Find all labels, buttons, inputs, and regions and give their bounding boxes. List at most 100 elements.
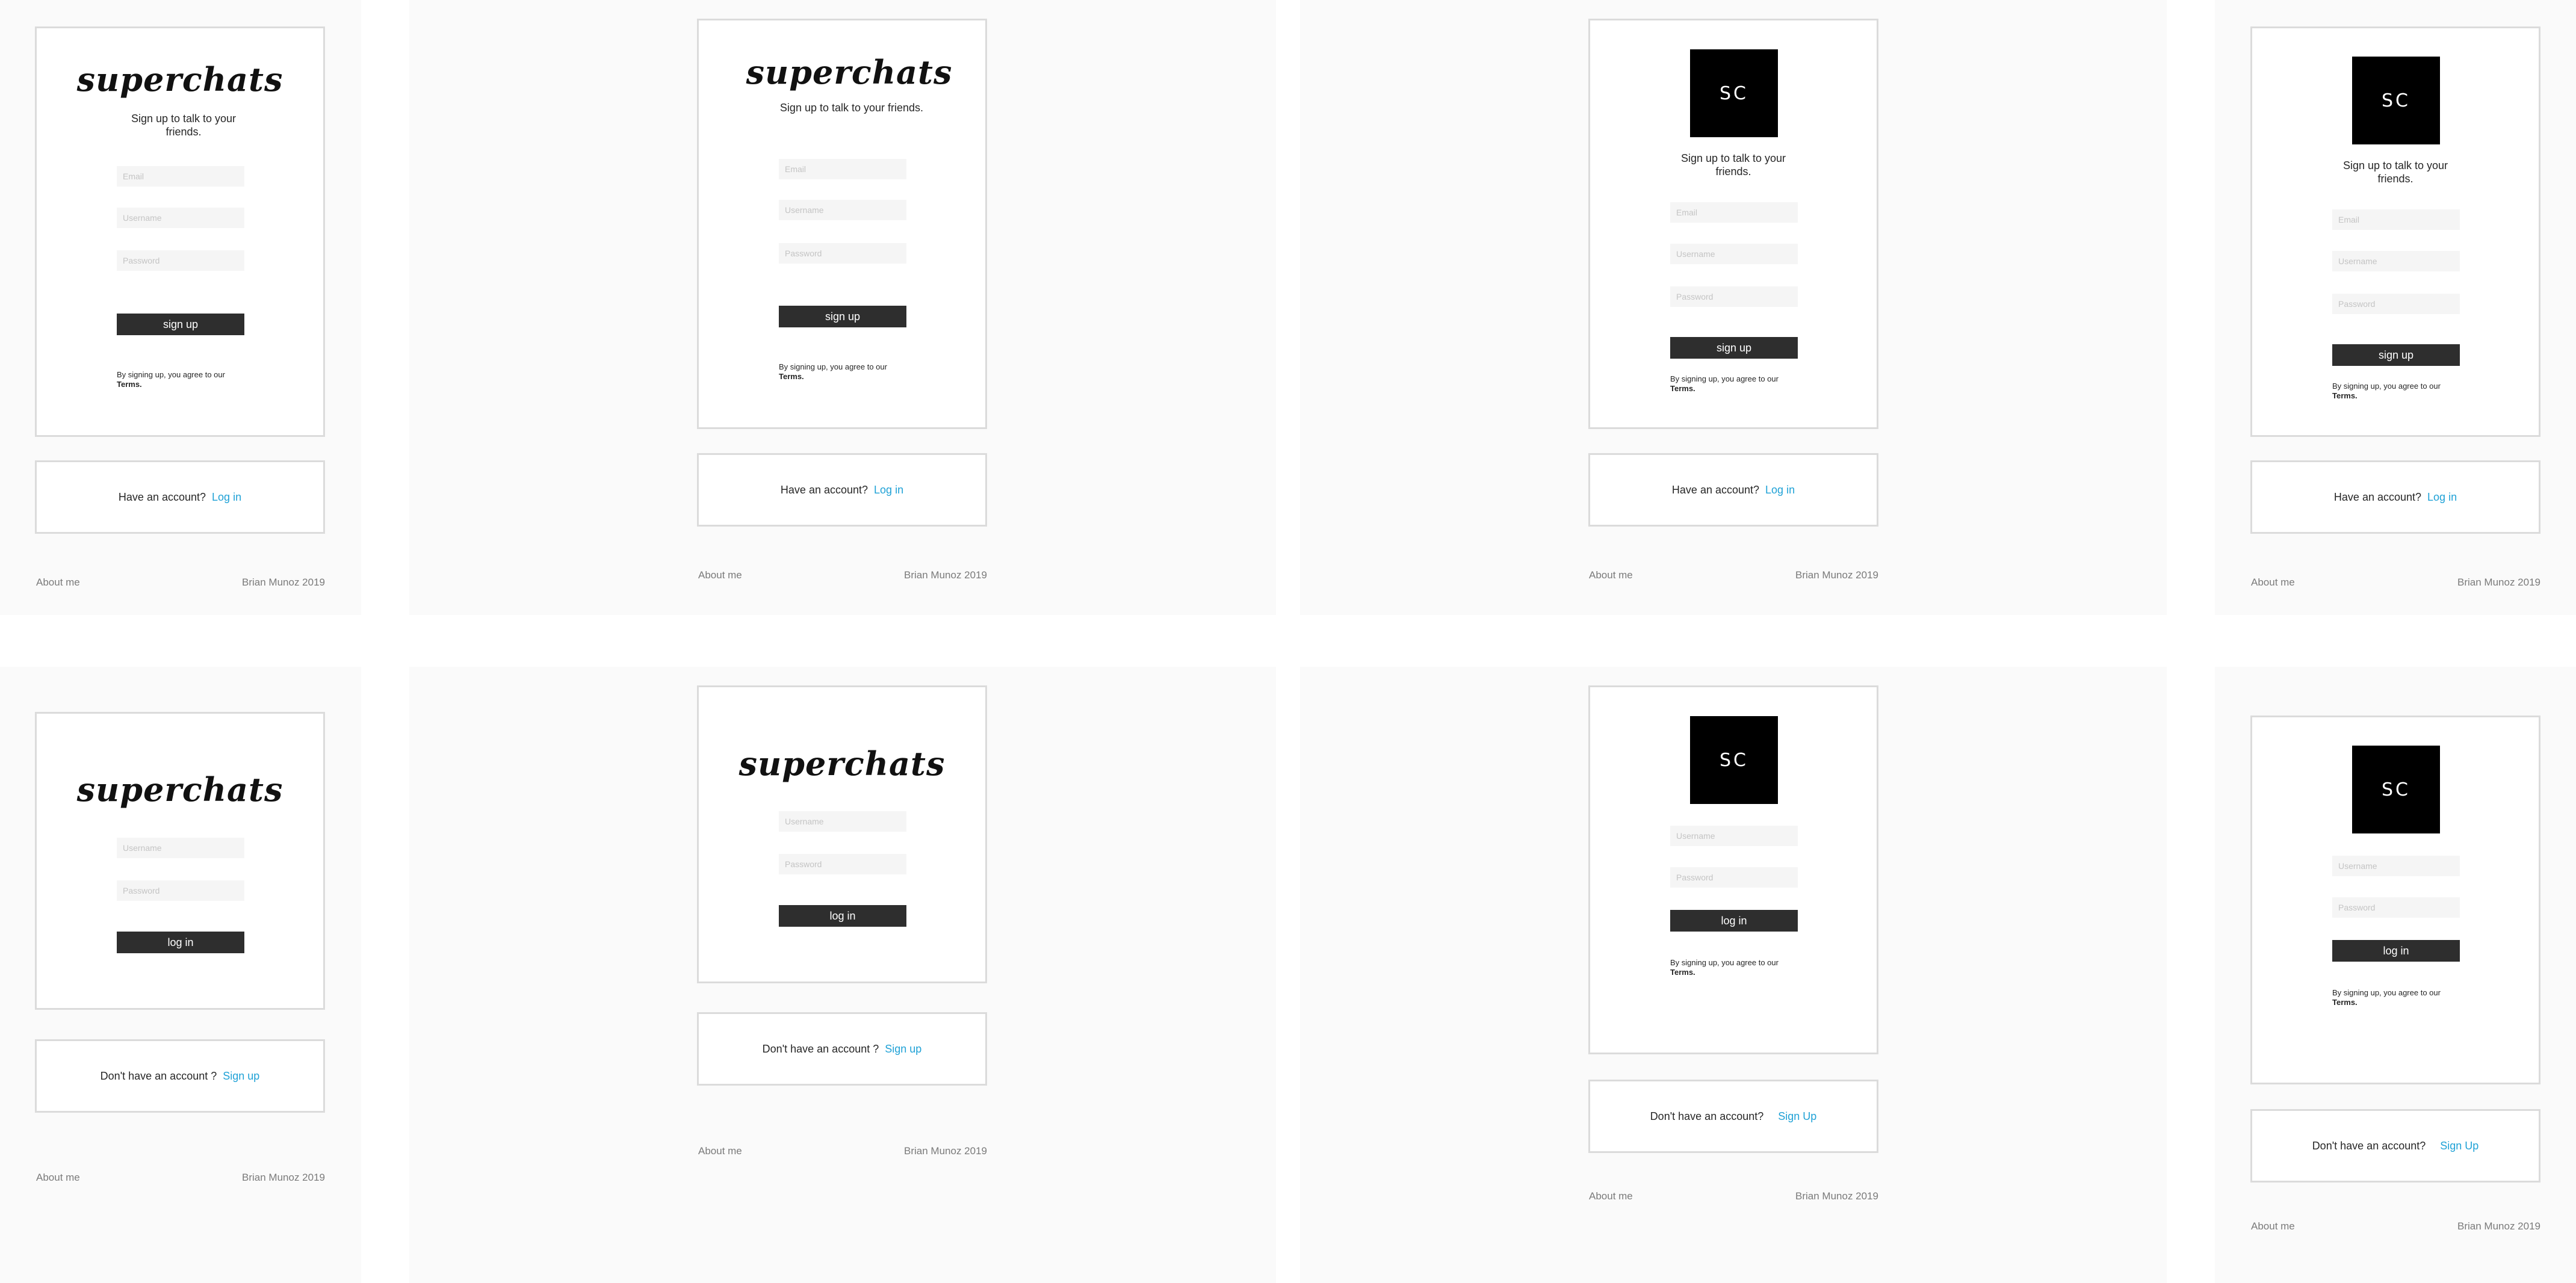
log-in-link[interactable]: Log in [212, 491, 241, 504]
signup-tagline: Sign up to talk to your friends. [1680, 152, 1786, 178]
about-me-link[interactable]: About me [2251, 577, 2295, 589]
about-me-link[interactable]: About me [36, 1172, 80, 1184]
footer-credit: Brian Munoz 2019 [242, 1172, 325, 1183]
superchats-logo: superchats [76, 60, 283, 99]
footer-credit: Brian Munoz 2019 [904, 569, 987, 581]
terms-notice: By signing up, you agree to our Terms. [117, 370, 249, 389]
terms-link[interactable]: Terms. [779, 372, 804, 381]
terms-text: By signing up, you agree to our [1670, 374, 1779, 383]
footer-credit: Brian Munoz 2019 [1795, 569, 1878, 581]
signup-prompt-text: Don't have an account ? [100, 1069, 217, 1082]
log-in-link[interactable]: Log in [2427, 491, 2457, 504]
username-field[interactable]: Username [117, 838, 244, 858]
terms-text: By signing up, you agree to our [2332, 988, 2441, 997]
signup-prompt-card: Don't have an account ? Sign up [697, 1012, 987, 1086]
footer-credit: Brian Munoz 2019 [242, 577, 325, 588]
email-field[interactable]: Email [779, 159, 906, 179]
terms-notice: By signing up, you agree to our Terms. [1670, 374, 1803, 394]
sign-up-button[interactable]: sign up [779, 306, 906, 327]
footer-credit: Brian Munoz 2019 [904, 1145, 987, 1157]
username-field[interactable]: Username [779, 811, 906, 832]
log-in-button[interactable]: log in [779, 905, 906, 927]
sign-up-link[interactable]: Sign Up [1778, 1110, 1816, 1123]
login-prompt-card: Have an account? Log in [697, 453, 987, 527]
log-in-button[interactable]: log in [2332, 940, 2460, 962]
signup-tagline: Sign up to talk to your friends. [779, 102, 924, 114]
sign-up-button[interactable]: sign up [1670, 337, 1798, 359]
signup-prompt-card: Don't have an account ? Sign up [35, 1039, 325, 1113]
footer-credit: Brian Munoz 2019 [1795, 1190, 1878, 1202]
signup-prompt-text: Don't have an account ? [762, 1042, 879, 1055]
email-field[interactable]: Email [1670, 202, 1798, 223]
terms-link[interactable]: Terms. [2332, 998, 2358, 1007]
login-prompt-text: Have an account? [1671, 483, 1760, 496]
username-field[interactable]: Username [779, 200, 906, 220]
signup-prompt-card: Don't have an account? Sign Up [1588, 1080, 1878, 1153]
username-field[interactable]: Username [2332, 856, 2460, 876]
terms-link[interactable]: Terms. [1670, 384, 1695, 393]
footer-credit: Brian Munoz 2019 [2457, 1220, 2540, 1232]
superchats-logo: superchats [76, 770, 283, 809]
email-field[interactable]: Email [2332, 209, 2460, 230]
login-prompt-card: Have an account? Log in [1588, 453, 1878, 527]
sc-logo: SC [1690, 716, 1778, 804]
terms-text: By signing up, you agree to our [117, 370, 225, 379]
terms-link[interactable]: Terms. [1670, 968, 1695, 977]
terms-notice: By signing up, you agree to our Terms. [1670, 958, 1803, 977]
terms-notice: By signing up, you agree to our Terms. [2332, 988, 2465, 1007]
login-prompt-card: Have an account? Log in [2250, 460, 2540, 534]
signup-prompt-text: Don't have an account? [2312, 1139, 2426, 1152]
login-prompt-text: Have an account? [118, 490, 206, 503]
sign-up-link[interactable]: Sign up [885, 1043, 921, 1056]
username-field[interactable]: Username [1670, 244, 1798, 264]
terms-notice: By signing up, you agree to our Terms. [2332, 382, 2465, 401]
password-field[interactable]: Password [2332, 294, 2460, 314]
login-prompt-text: Have an account? [2333, 490, 2422, 503]
password-field[interactable]: Password [2332, 897, 2460, 918]
log-in-link[interactable]: Log in [1765, 484, 1795, 496]
username-field[interactable]: Username [117, 208, 244, 228]
about-me-link[interactable]: About me [2251, 1220, 2295, 1232]
login-card [697, 685, 987, 983]
login-prompt-card: Have an account? Log in [35, 460, 325, 534]
log-in-button[interactable]: log in [1670, 910, 1798, 932]
terms-link[interactable]: Terms. [2332, 391, 2358, 400]
signup-tagline: Sign up to talk to your friends. [131, 113, 237, 138]
password-field[interactable]: Password [1670, 286, 1798, 307]
signup-prompt-card: Don't have an account? Sign Up [2250, 1109, 2540, 1183]
email-field[interactable]: Email [117, 166, 244, 187]
about-me-link[interactable]: About me [36, 577, 80, 589]
sign-up-button[interactable]: sign up [2332, 344, 2460, 366]
terms-text: By signing up, you agree to our [1670, 958, 1779, 967]
sign-up-link[interactable]: Sign up [223, 1070, 259, 1083]
about-me-link[interactable]: About me [1589, 1190, 1633, 1202]
password-field[interactable]: Password [779, 243, 906, 264]
about-me-link[interactable]: About me [698, 1145, 742, 1157]
log-in-link[interactable]: Log in [874, 484, 903, 496]
terms-text: By signing up, you agree to our [779, 362, 887, 371]
superchats-logo: superchats [746, 53, 953, 91]
login-prompt-text: Have an account? [780, 483, 868, 496]
about-me-link[interactable]: About me [1589, 569, 1633, 581]
terms-link[interactable]: Terms. [117, 380, 142, 389]
password-field[interactable]: Password [117, 880, 244, 901]
username-field[interactable]: Username [1670, 826, 1798, 846]
username-field[interactable]: Username [2332, 251, 2460, 271]
sc-logo: SC [2352, 746, 2440, 833]
superchats-logo: superchats [738, 744, 946, 783]
sign-up-button[interactable]: sign up [117, 314, 244, 335]
log-in-button[interactable]: log in [117, 932, 244, 953]
about-me-link[interactable]: About me [698, 569, 742, 581]
password-field[interactable]: Password [1670, 867, 1798, 888]
sc-logo: SC [1690, 49, 1778, 137]
terms-text: By signing up, you agree to our [2332, 382, 2441, 391]
sc-logo: SC [2352, 57, 2440, 144]
login-card [35, 712, 325, 1010]
signup-prompt-text: Don't have an account? [1650, 1110, 1764, 1122]
footer-credit: Brian Munoz 2019 [2457, 577, 2540, 588]
terms-notice: By signing up, you agree to our Terms. [779, 362, 911, 382]
password-field[interactable]: Password [779, 854, 906, 874]
signup-tagline: Sign up to talk to your friends. [2342, 159, 2448, 185]
password-field[interactable]: Password [117, 250, 244, 271]
sign-up-link[interactable]: Sign Up [2440, 1140, 2478, 1152]
